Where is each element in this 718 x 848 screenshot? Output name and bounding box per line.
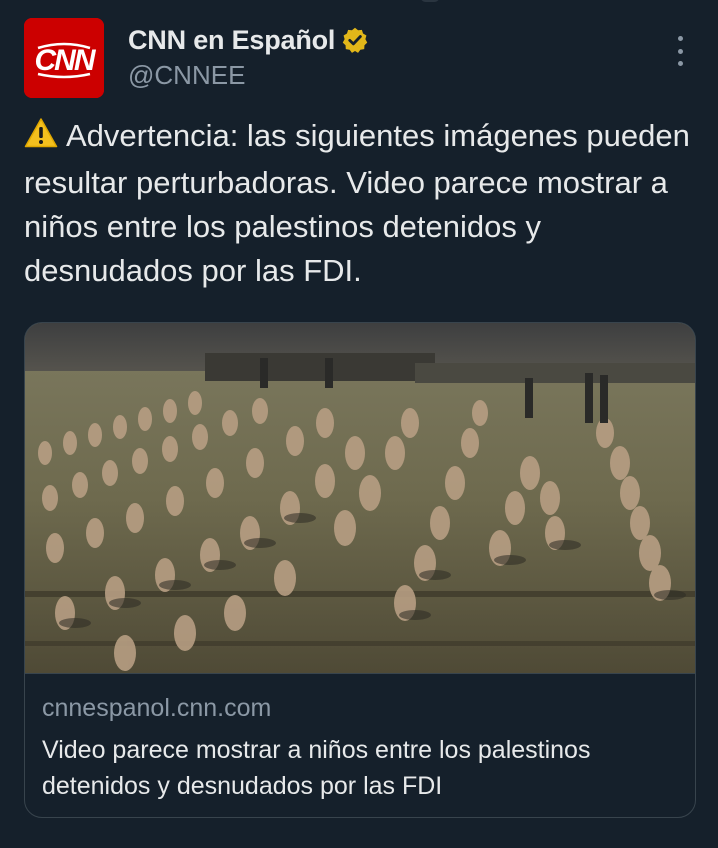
author-handle[interactable]: @CNNEE	[128, 60, 369, 91]
cnn-logo-text: CNN	[35, 44, 97, 77]
link-domain: cnnespanol.cnn.com	[42, 694, 272, 722]
warning-icon	[24, 117, 58, 161]
link-preview-image[interactable]	[25, 323, 695, 673]
display-name[interactable]: CNN en Español	[128, 25, 335, 56]
link-preview-card[interactable]: cnnespanol.cnn.com Video parece mostrar …	[24, 322, 696, 818]
link-title: Video parece mostrar a niños entre los p…	[42, 736, 591, 800]
cnn-logo: CNN	[24, 18, 104, 98]
more-options-icon[interactable]	[668, 36, 692, 66]
link-preview-body[interactable]: cnnespanol.cnn.com Video parece mostrar …	[25, 673, 695, 817]
photo-illustration	[25, 323, 695, 673]
tweet[interactable]: CNN CNN en Español @CNNEE Advertencia: l…	[0, 0, 718, 848]
verified-badge-icon[interactable]	[341, 26, 369, 54]
tweet-text-container: Advertencia: las siguientes imágenes pue…	[24, 114, 694, 293]
author-header: CNN en Español @CNNEE	[128, 22, 369, 91]
tweet-text: Advertencia: las siguientes imágenes pue…	[24, 118, 690, 288]
avatar[interactable]: CNN	[24, 18, 104, 98]
